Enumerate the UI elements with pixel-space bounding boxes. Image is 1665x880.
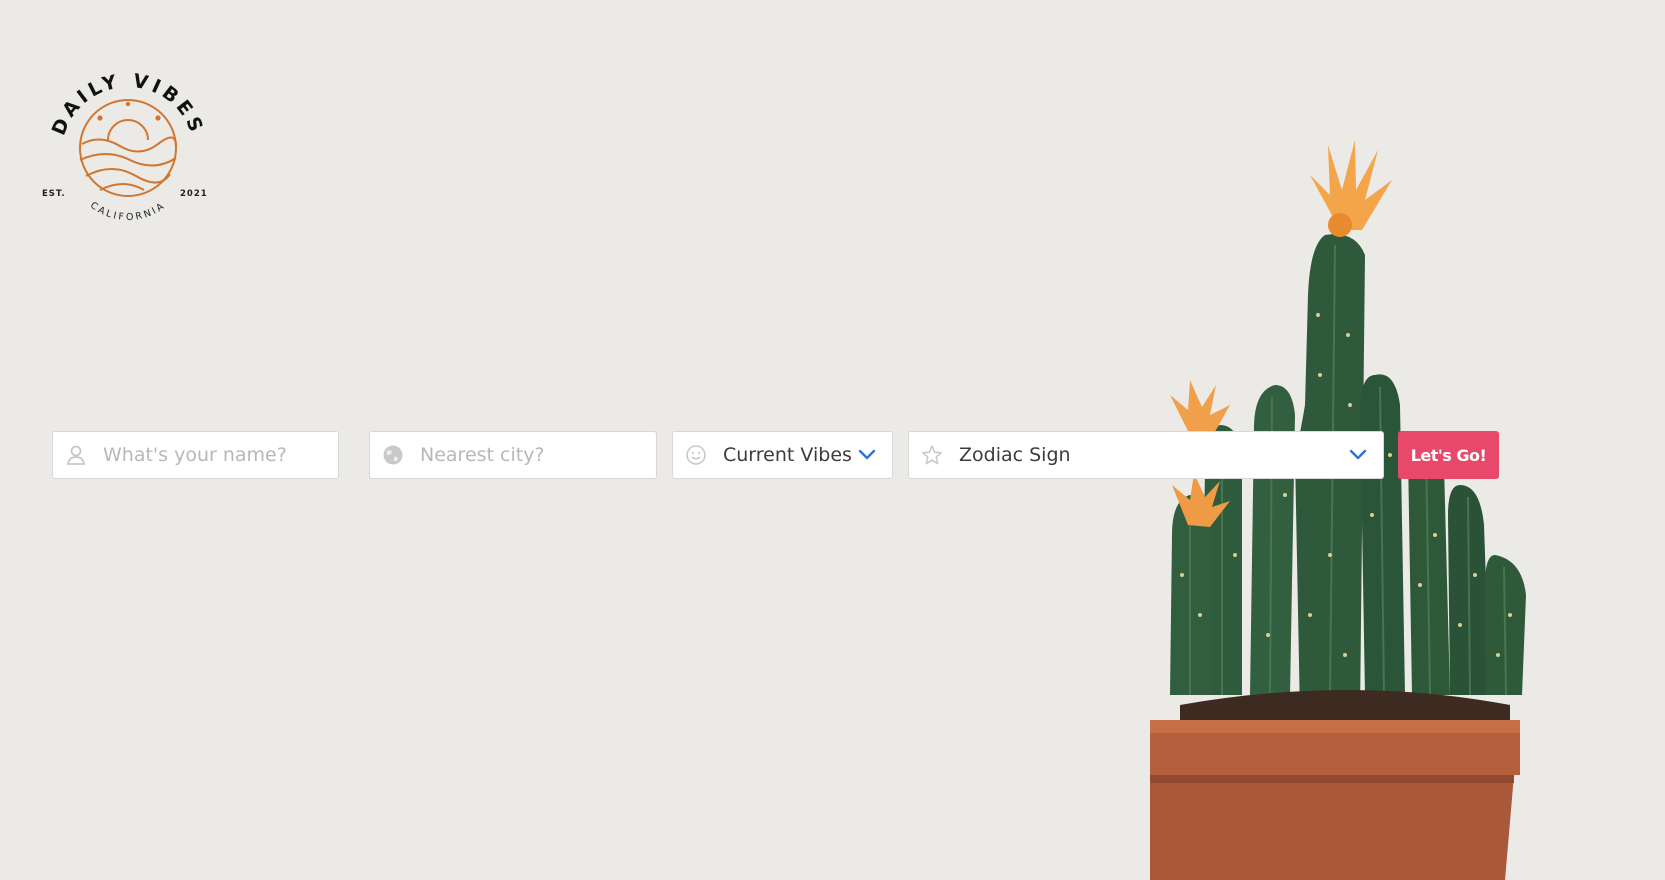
name-field[interactable] [52, 431, 339, 479]
smiley-icon [686, 445, 706, 465]
vibes-select[interactable]: Current Vibes [672, 431, 893, 479]
daily-vibes-logo: DAILY VIBES CALIFORNIA EST. 2021 [42, 70, 208, 223]
zodiac-select[interactable]: Zodiac Sign [908, 431, 1384, 479]
logo-est-label: EST. [42, 189, 66, 199]
svg-text:CALIFORNIA: CALIFORNIA [88, 200, 168, 223]
star-icon [921, 445, 943, 465]
chevron-down-icon [858, 449, 876, 460]
globe-icon [383, 445, 403, 465]
chevron-down-icon [1349, 449, 1367, 460]
logo-sun-emblem [79, 99, 177, 197]
cactus-flower-top [1310, 140, 1392, 237]
logo-location-text: CALIFORNIA [88, 200, 165, 223]
cactus-photo [1150, 140, 1526, 880]
city-input[interactable] [420, 432, 648, 478]
lets-go-button[interactable]: Let's Go! [1398, 431, 1499, 479]
city-field[interactable] [369, 431, 657, 479]
zodiac-select-value: Zodiac Sign [959, 444, 1071, 466]
name-input[interactable] [103, 432, 330, 478]
vibes-select-value: Current Vibes [723, 444, 852, 466]
user-icon [66, 445, 86, 465]
logo-year: 2021 [180, 189, 208, 199]
